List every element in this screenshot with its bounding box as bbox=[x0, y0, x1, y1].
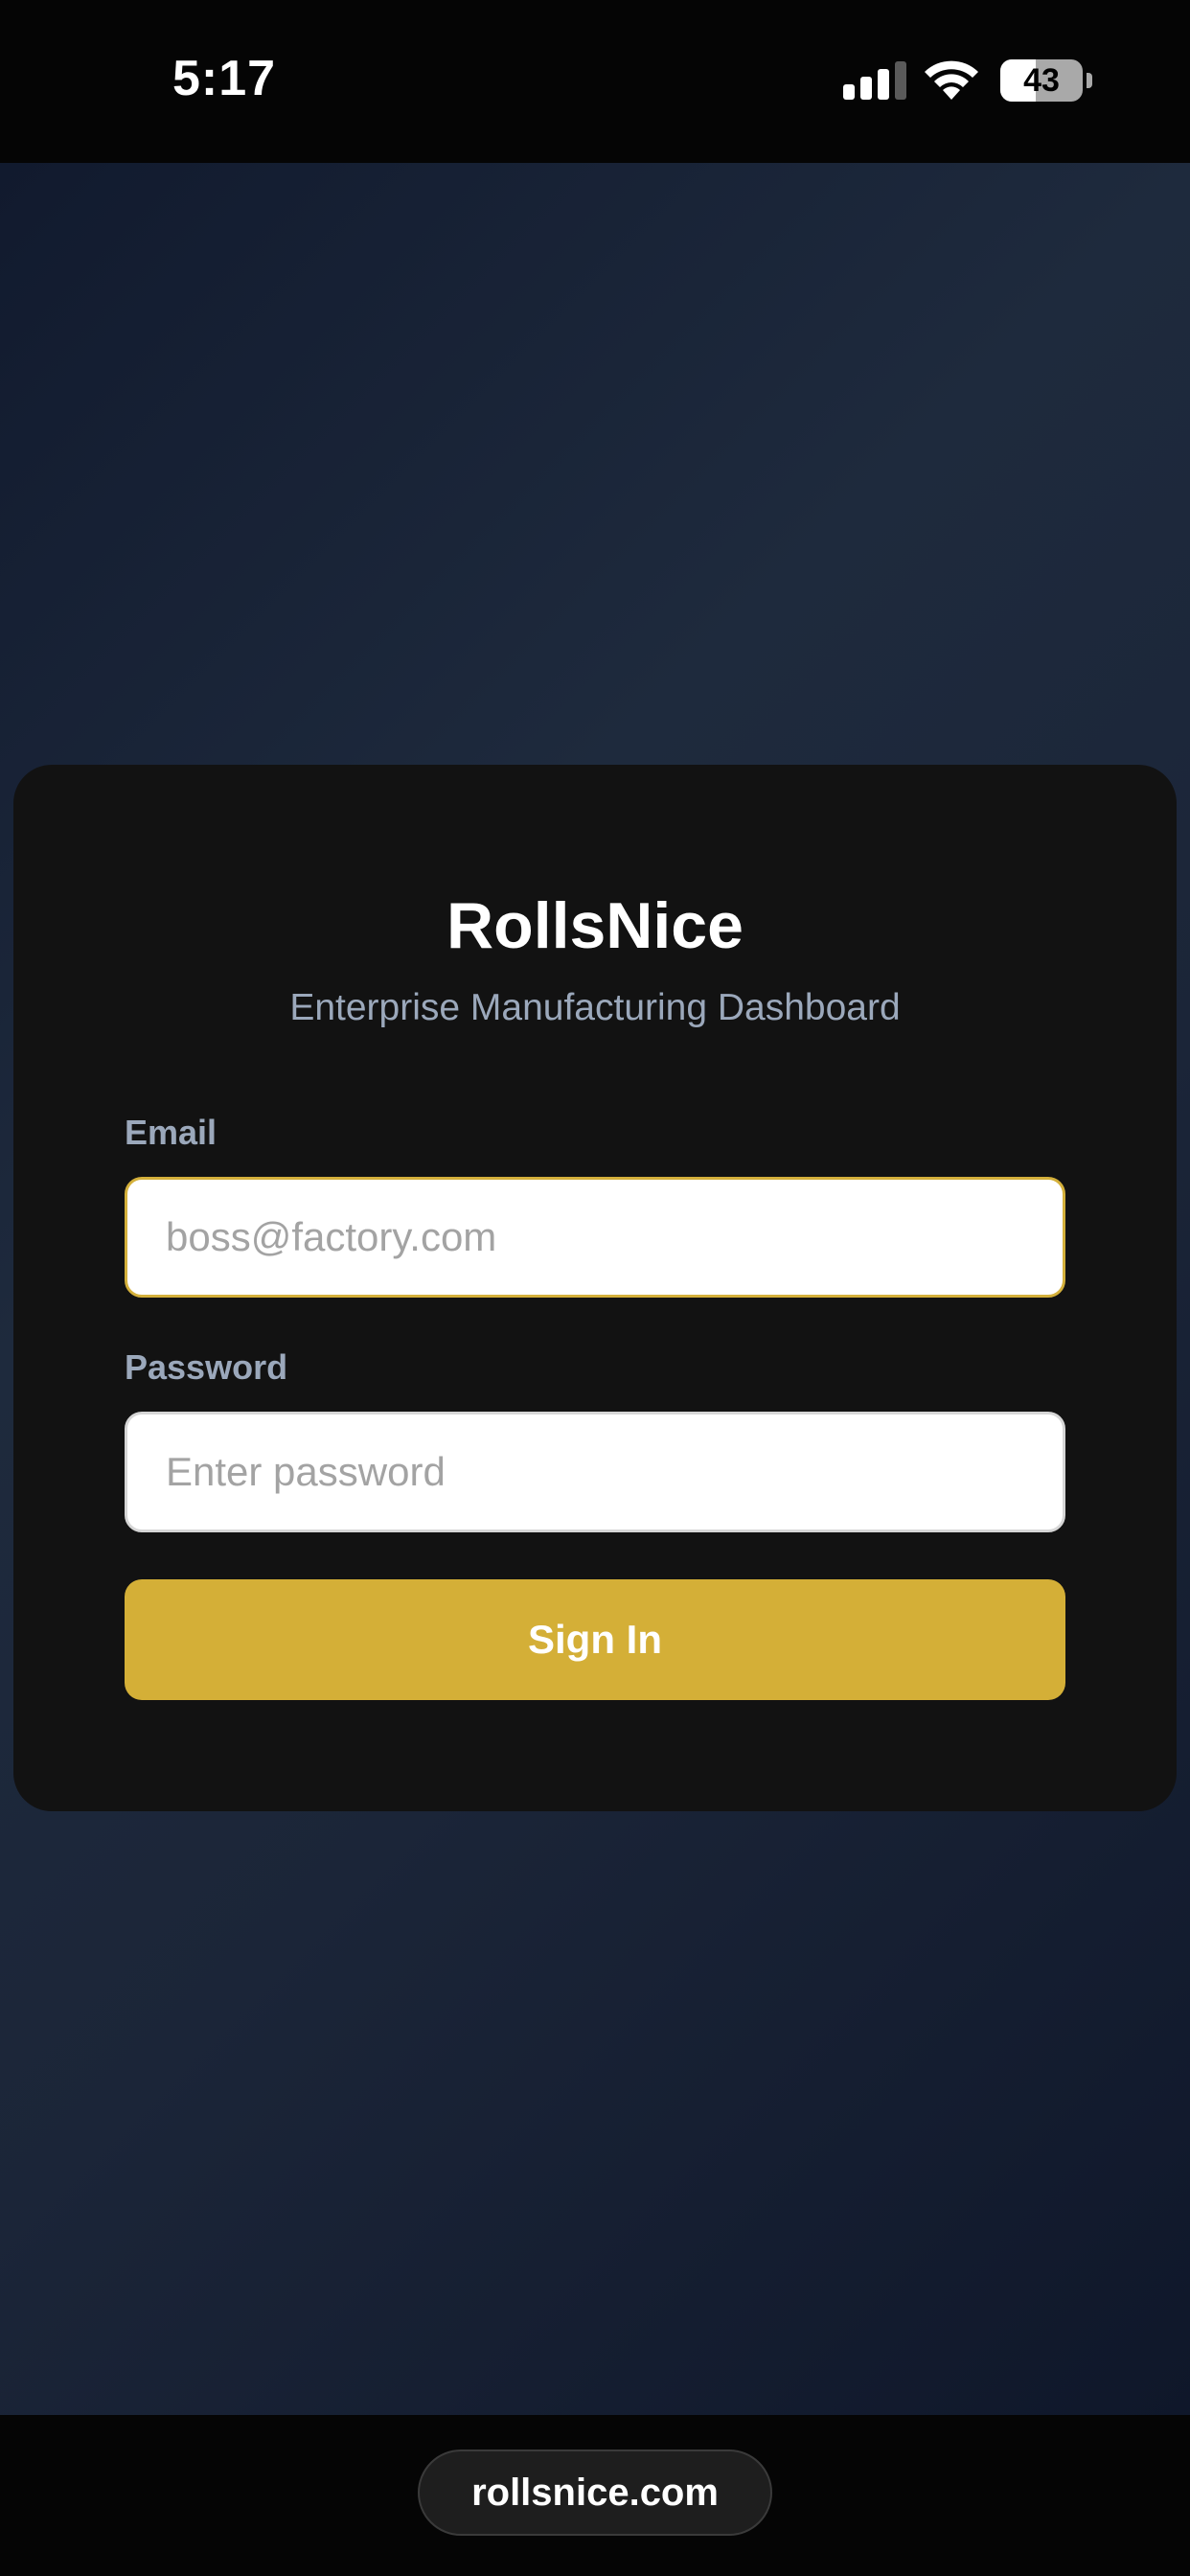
email-field[interactable] bbox=[125, 1177, 1065, 1298]
brand-subtitle: Enterprise Manufacturing Dashboard bbox=[289, 987, 901, 1028]
wifi-icon bbox=[925, 60, 978, 100]
battery-cap bbox=[1087, 73, 1092, 88]
address-pill[interactable]: rollsnice.com bbox=[418, 2450, 772, 2536]
page-background: RollsNice Enterprise Manufacturing Dashb… bbox=[0, 163, 1190, 2415]
sign-in-button[interactable]: Sign In bbox=[125, 1579, 1065, 1700]
password-label: Password bbox=[125, 1347, 288, 1387]
browser-url-bar: rollsnice.com bbox=[0, 2415, 1190, 2576]
battery-icon: 43 bbox=[1000, 59, 1083, 102]
password-field[interactable] bbox=[125, 1412, 1065, 1532]
login-card: RollsNice Enterprise Manufacturing Dashb… bbox=[13, 765, 1177, 1811]
cellular-signal-icon bbox=[843, 61, 906, 100]
status-time: 5:17 bbox=[172, 51, 277, 106]
phone-screen: 5:17 43 RollsNice Enterprise Manufacturi… bbox=[0, 0, 1190, 2576]
status-bar: 5:17 43 bbox=[0, 0, 1190, 163]
brand-title: RollsNice bbox=[446, 889, 744, 962]
battery-level: 43 bbox=[1023, 61, 1060, 99]
email-label: Email bbox=[125, 1113, 217, 1152]
